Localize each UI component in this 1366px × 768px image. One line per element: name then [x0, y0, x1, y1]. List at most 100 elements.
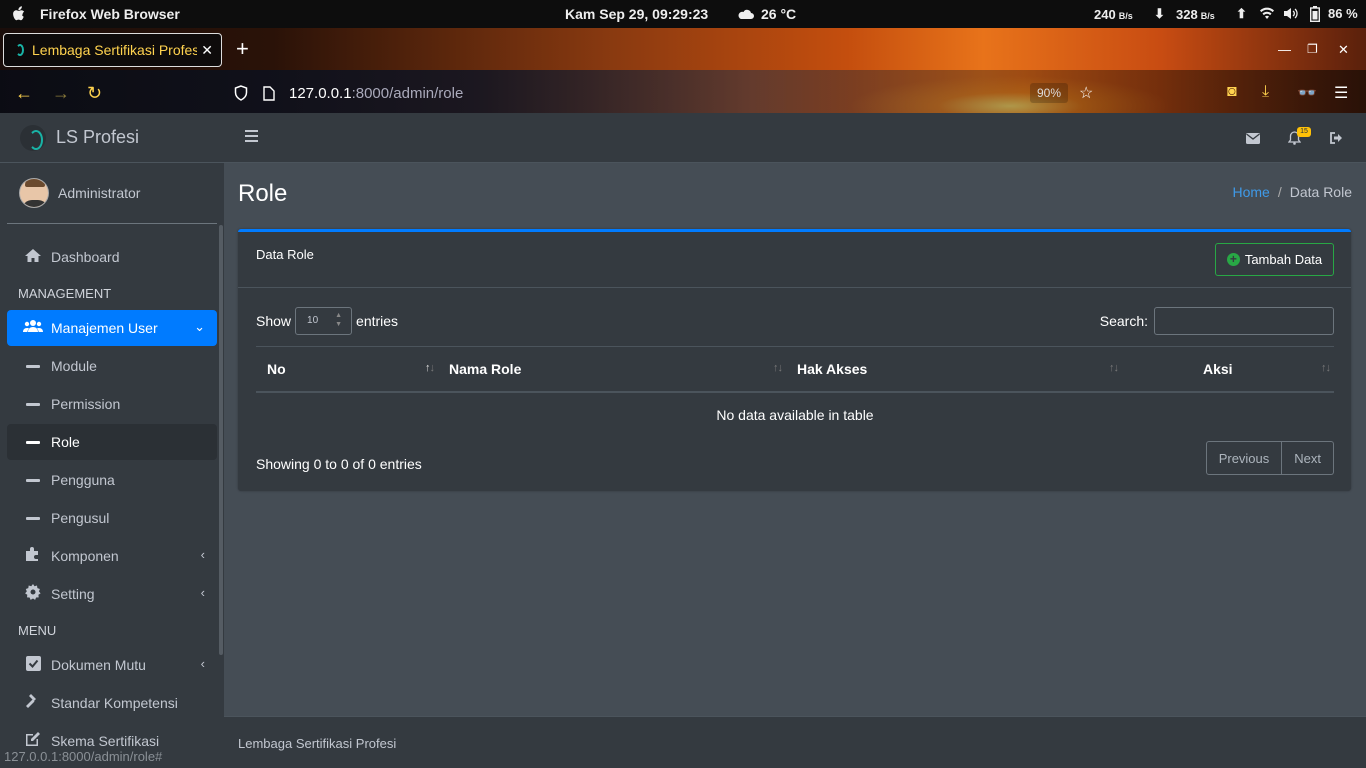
brand-link[interactable]: LS Profesi	[0, 113, 224, 163]
sidebar-item-label: Dashboard	[51, 249, 120, 265]
site-favicon-icon	[16, 44, 24, 56]
window-close-icon[interactable]: ✕	[1338, 42, 1349, 58]
sidebar-item-label: Module	[51, 358, 97, 374]
entries-select[interactable]: 10 ▲ ▼	[295, 307, 353, 335]
table-row: No data available in table	[256, 392, 1334, 437]
role-table: No ↑↓ Nama Role ↑↓ Hak Akses ↑↓ Aksi ↑↓	[256, 346, 1334, 437]
sort-icon: ↑↓	[773, 362, 783, 374]
sidebar-item-label: Role	[51, 434, 80, 450]
pocket-icon[interactable]: ◙	[1227, 83, 1237, 101]
sidebar-subitem-module[interactable]: Module	[7, 348, 217, 384]
home-icon	[23, 248, 43, 267]
shield-icon[interactable]	[234, 85, 248, 101]
table-info: Showing 0 to 0 of 0 entries	[256, 456, 422, 472]
brand-text: LS Profesi	[56, 127, 140, 147]
sidebar-item-label: Setting	[51, 586, 95, 602]
wifi-icon[interactable]	[1259, 7, 1275, 20]
column-header-hak-akses[interactable]: Hak Akses ↑↓	[786, 346, 1122, 393]
downloads-icon[interactable]: ⤓	[1262, 83, 1269, 101]
sidebar-item-label: Skema Sertifikasi	[51, 733, 160, 749]
apple-icon[interactable]	[11, 6, 25, 22]
dash-icon	[26, 364, 40, 368]
minimize-icon[interactable]: —	[1278, 42, 1291, 57]
page-icon	[263, 85, 275, 101]
new-tab-icon[interactable]: +	[236, 38, 249, 60]
page-title: Role	[238, 180, 288, 207]
column-header-aksi[interactable]: Aksi ↑↓	[1122, 346, 1334, 393]
active-app-name[interactable]: Firefox Web Browser	[40, 6, 180, 22]
envelope-icon[interactable]	[1246, 133, 1260, 144]
previous-page-button[interactable]: Previous	[1205, 441, 1283, 475]
chevron-left-icon: ‹	[200, 547, 205, 562]
sidebar-subitem-permission[interactable]: Permission	[7, 386, 217, 422]
chevron-left-icon: ‹	[200, 656, 205, 671]
column-header-no[interactable]: No ↑↓	[256, 346, 438, 393]
card-title: Data Role	[256, 247, 314, 262]
sidebar-subitem-pengusul[interactable]: Pengusul	[7, 500, 217, 536]
url-host: 127.0.0.1	[289, 84, 352, 102]
upload-arrow-icon: ⬆	[1236, 6, 1247, 21]
battery-percent: 86 %	[1328, 6, 1358, 21]
search-label: Search:	[1099, 313, 1148, 329]
empty-table-message: No data available in table	[716, 406, 874, 423]
sidebar-item-dashboard[interactable]: Dashboard	[7, 239, 217, 275]
gear-icon	[23, 584, 43, 604]
app-menu-icon[interactable]: ☰	[1334, 83, 1348, 103]
menu-header-management: MANAGEMENT	[18, 286, 112, 301]
url-bar[interactable]: 127.0.0.1:8000/admin/role	[234, 82, 463, 104]
table-search: Search:	[1100, 307, 1334, 335]
cloud-icon	[738, 9, 754, 19]
user-name[interactable]: Administrator	[58, 185, 140, 201]
sidebar-item-dokumen-mutu[interactable]: Dokumen Mutu ‹	[7, 647, 217, 683]
browser-tab[interactable]: Lembaga Sertifikasi Profesi ✕	[3, 33, 222, 67]
volume-icon[interactable]	[1283, 7, 1299, 20]
dash-icon	[26, 402, 40, 406]
battery-icon[interactable]	[1310, 6, 1320, 22]
forward-icon[interactable]: →	[52, 83, 70, 104]
close-tab-icon[interactable]: ✕	[201, 42, 213, 59]
reload-icon[interactable]: ↻	[87, 83, 102, 104]
net-up-unit: B/s	[1118, 11, 1133, 21]
search-input[interactable]	[1154, 307, 1334, 335]
sidebar-scrollbar[interactable]	[219, 225, 223, 655]
next-page-button[interactable]: Next	[1282, 441, 1334, 475]
breadcrumb-separator: /	[1277, 184, 1282, 200]
sidebar-item-label: Standar Kompetensi	[51, 695, 178, 711]
column-label: No	[267, 360, 286, 377]
zoom-level[interactable]: 90%	[1030, 83, 1068, 103]
hamburger-icon[interactable]	[245, 130, 258, 142]
add-data-label: Tambah Data	[1244, 252, 1323, 267]
chevron-down-icon: ⌄	[194, 319, 205, 334]
sidebar-item-standar-kompetensi[interactable]: Standar Kompetensi	[7, 685, 217, 721]
url-text[interactable]: 127.0.0.1:8000/admin/role	[289, 85, 463, 102]
column-label: Hak Akses	[797, 360, 868, 377]
sidebar-item-label: Pengguna	[51, 472, 115, 488]
breadcrumb-current: Data Role	[1289, 184, 1352, 200]
content-wrapper: Role Home / Data Role Data Role + Tambah…	[224, 163, 1366, 716]
entries-length-control: Show 10 ▲ ▼ entries	[256, 307, 398, 335]
sign-out-icon[interactable]	[1330, 132, 1344, 144]
menu-header-menu: MENU	[18, 623, 57, 638]
sidebar-item-komponen[interactable]: Komponen ‹	[7, 538, 217, 574]
url-path: :8000/admin/role	[351, 84, 464, 102]
net-upload-rate: 240 B/s	[1094, 7, 1133, 22]
back-icon[interactable]: ←	[15, 83, 33, 104]
breadcrumb-home-link[interactable]: Home	[1232, 184, 1269, 200]
sidebar-menu: Dashboard MANAGEMENT Manajemen User ⌄ Mo…	[7, 239, 217, 761]
bookmark-star-icon[interactable]: ☆	[1079, 83, 1093, 103]
column-header-nama-role[interactable]: Nama Role ↑↓	[438, 346, 786, 393]
avatar	[19, 178, 49, 208]
dash-icon	[26, 440, 40, 444]
sidebar-subitem-pengguna[interactable]: Pengguna	[7, 462, 217, 498]
sidebar-subitem-role[interactable]: Role	[7, 424, 217, 460]
status-bar-url: 127.0.0.1:8000/admin/role#	[4, 749, 163, 764]
sidebar-item-manajemen-user[interactable]: Manajemen User ⌄	[7, 310, 217, 346]
private-mask-icon[interactable]: 👓	[1297, 83, 1317, 103]
restore-icon[interactable]: ❐	[1307, 42, 1318, 56]
puzzle-icon	[23, 546, 43, 566]
add-data-button[interactable]: + Tambah Data	[1215, 243, 1334, 276]
clock[interactable]: Kam Sep 29, 09:29:23	[565, 6, 708, 22]
user-panel[interactable]: Administrator	[7, 163, 217, 224]
sidebar-item-setting[interactable]: Setting ‹	[7, 576, 217, 612]
temperature: 26 °C	[761, 6, 797, 22]
